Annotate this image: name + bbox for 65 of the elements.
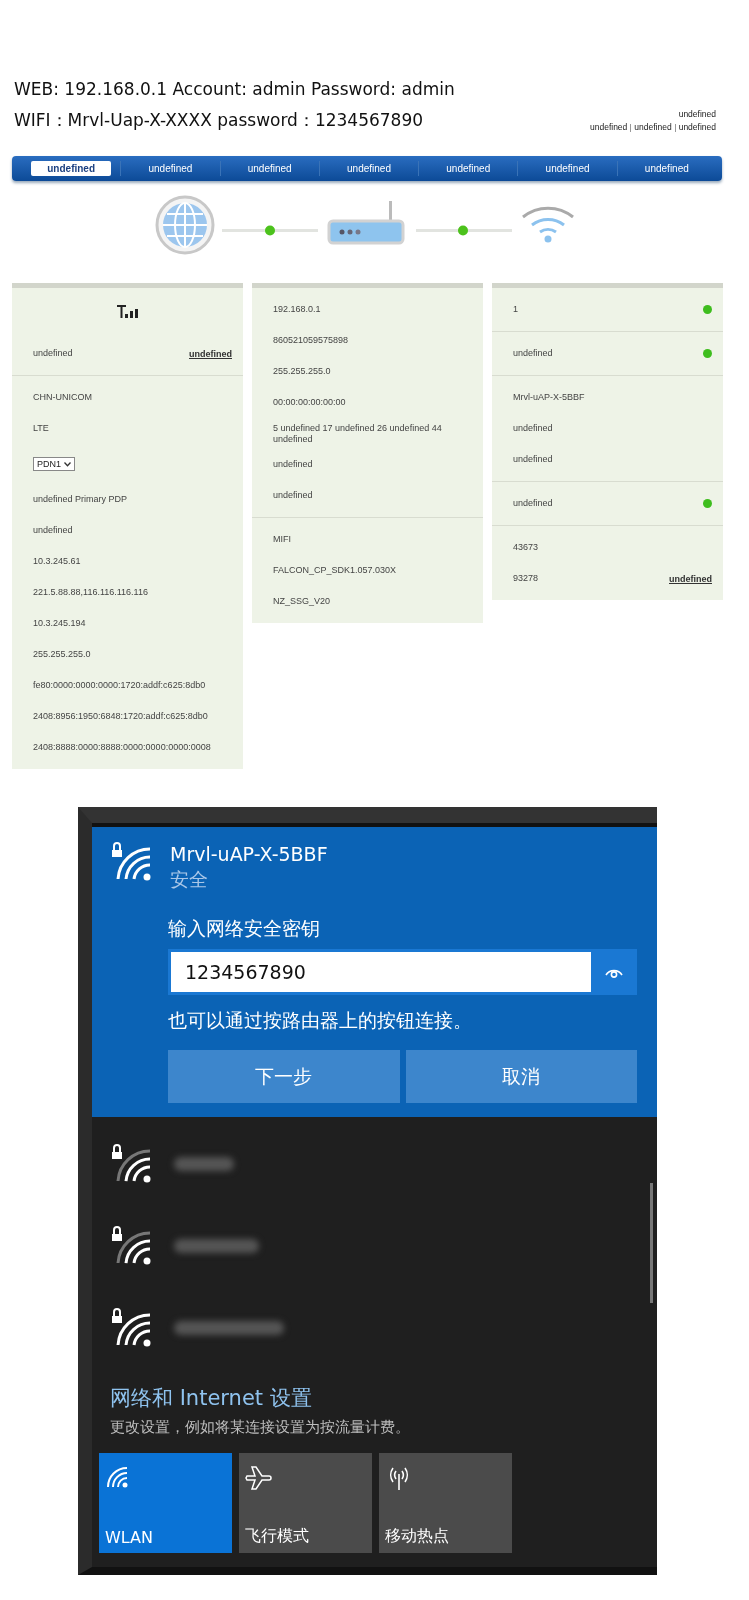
chevron-icon [64,461,71,467]
info-value: 00:00:00:00:00:00 [273,397,346,408]
nav-tab[interactable]: undefined [229,161,310,176]
info-value: 93278 [513,573,539,584]
network-name: Mrvl-uAP-X-5BBF [170,842,328,867]
info-value: 1 [513,304,518,315]
info-value: undefined [33,525,73,536]
password-field[interactable]: 1234567890 [171,952,591,992]
info-value: 221.5.88.88,116.116.116.116 [33,587,148,598]
hint-text: 也可以通过按路由器上的按钮连接。 [168,1009,473,1033]
header-link[interactable]: undefined [589,121,628,134]
wifi-info-text: WIFI：Mrvl-Uap-X-XXXX password：1234567890 [14,109,425,132]
info-link[interactable]: undefined [669,573,712,584]
nav-tab[interactable]: undefined [130,161,211,176]
info-value: 2408:8888:0000:8888:0000:0000:0000:0008 [33,742,211,753]
info-value: 255.255.255.0 [273,366,331,377]
nav-tab[interactable]: undefined [626,161,707,176]
info-value: LTE [33,423,49,434]
info-value: MIFI [273,534,291,545]
info-value: 860521059575898 [273,335,349,346]
blurred-network-name [174,1157,234,1171]
info-value: 2408:8956:1950:6848:1720:addf:c625:8db0 [33,711,208,722]
next-button[interactable]: 下一步 [168,1050,400,1103]
info-value: fe80:0000:0000:0000:1720:addf:c625:8db0 [33,680,206,691]
wifi-icon [522,206,574,243]
info-value: undefined [273,459,313,470]
quick-action-tile[interactable]: 飞行模式 [239,1453,372,1553]
info-value: undefined [33,348,73,359]
pdn-select[interactable]: PDN1 [33,457,75,471]
globe-icon [155,195,215,255]
nav-tab[interactable]: undefined [428,161,509,176]
info-value: undefined [513,498,553,509]
info-value: 5 undefined 17 undefined 26 undefined 44 undefined [273,422,443,445]
info-value: undefined [513,454,553,465]
quick-action-tile[interactable]: 移动热点 [379,1453,512,1553]
info-value: undefined [273,490,313,501]
info-value: undefined [513,423,553,434]
info-value: undefined [513,348,553,359]
airplane-icon [245,1465,273,1491]
key-prompt: 输入网络安全密钥 [168,917,321,941]
nav-tab[interactable]: undefined [527,161,608,176]
info-value: 10.3.245.194 [33,618,86,629]
router-icon [327,201,405,245]
info-value: NZ_SSG_V20 [273,596,331,607]
info-value: 255.255.255.0 [33,649,91,660]
web-info-text: WEB: 192.168.0.1 Account: admin Password: admin [14,78,455,101]
info-value: FALCON_CP_SDK1.057.030X [273,565,397,576]
settings-link[interactable]: 网络和 Internet 设置 [98,1383,657,1413]
info-value: undefined Primary PDP [33,494,128,505]
header-link[interactable]: undefined [634,121,672,134]
info-link[interactable]: undefined [189,348,232,359]
nav-tab[interactable]: undefined [329,161,409,176]
status-text: undefined [678,108,716,121]
info-value: CHN-UNICOM [33,392,92,403]
scrollbar[interactable] [650,1183,653,1303]
cancel-button[interactable]: 取消 [405,1050,637,1103]
header-link[interactable]: undefined [678,121,716,134]
info-value: 192.168.0.1 [273,304,321,315]
security-label: 安全 [170,868,209,892]
info-value: 43673 [513,542,539,553]
nav-tab[interactable]: undefined [31,161,112,176]
info-value: 10.3.245.61 [33,556,81,567]
info-value: Mrvl-uAP-X-5BBF [513,392,585,403]
settings-description: 更改设置，例如将某连接设置为按流量计费。 [109,1417,411,1437]
quick-action-tile[interactable]: WLAN [99,1453,232,1553]
